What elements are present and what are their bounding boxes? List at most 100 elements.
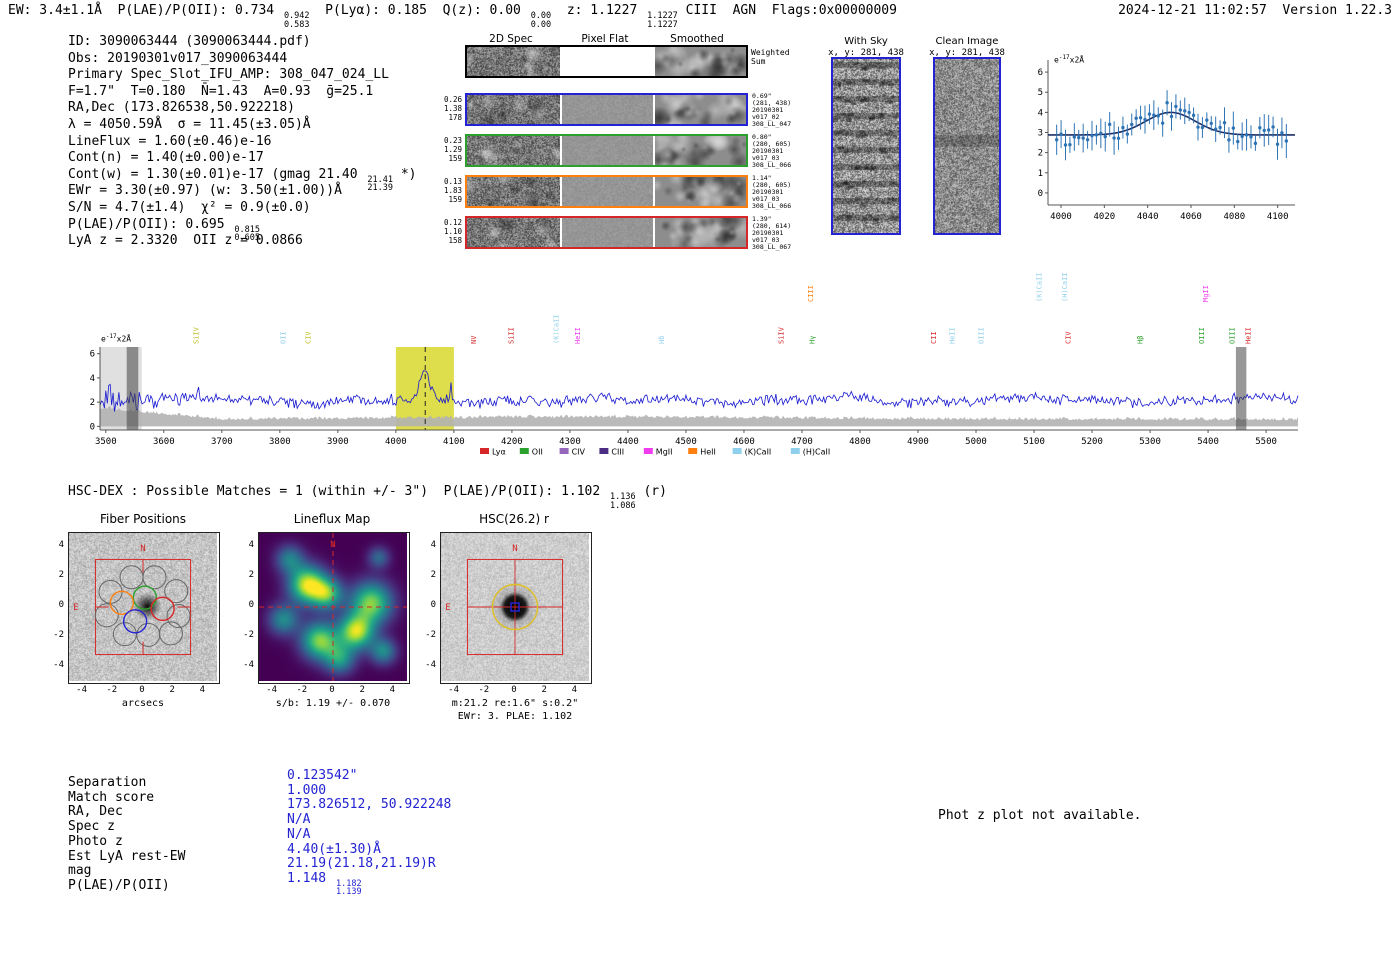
data-point [1143,118,1146,121]
match-row-value: 0.123542" [287,768,357,783]
header-timestamp: 2024-12-21 11:02:57 Version 1.22.3 [1118,3,1392,18]
emission-line-label: SiIV [778,326,786,344]
hscdex-match-summary: HSC-DEX : Possible Matches = 1 (within +… [68,484,667,510]
x-tick-label: 4020 [1093,212,1115,222]
data-point [1267,128,1270,131]
stacked-uncertainty: 0.000.00 [531,12,551,29]
spec2d-row [465,175,748,208]
legend-swatch [644,448,653,454]
text-segment: Obs: 20190301v017_3090063444 [68,51,287,66]
y-tick-label: 4 [1038,108,1043,118]
x-tick-label: 4040 [1137,212,1159,222]
data-point [1139,116,1142,119]
hsc-caption-2: EWr: 3. PLAE: 1.102 [430,711,600,722]
fiber-circle [137,623,160,646]
stacked-uncertainty: 1.12271.1227 [647,12,678,29]
east-label: E [445,603,450,613]
2d-spec-strip [467,177,560,206]
cutout-y-tick-label: 2 [232,570,254,580]
text-segment: 4.40(±1.30)Å [287,842,381,857]
data-point [1095,133,1098,136]
x-tick-label: 5300 [1139,437,1161,447]
info-line: RA,Dec (173.826538,50.922218) [68,100,417,117]
data-point [1232,126,1235,129]
match-row-label: Match score [68,790,154,805]
data-point [1081,136,1084,139]
data-point [1179,108,1182,111]
text-segment: Cont(n) = 1.40(±0.00)e-17 [68,150,264,165]
text-segment: N/A [287,812,310,827]
cutout-y-tick-label: -2 [232,630,254,640]
emission-line-label: CIII [807,285,815,302]
emission-line-label: HeII [949,327,957,344]
data-point [1192,114,1195,117]
y-tick-label: 0 [1038,189,1043,199]
cutout-y-tick-label: 4 [414,540,436,550]
data-point [1157,114,1160,117]
data-point [1271,125,1274,128]
cutout-y-tick-label: 2 [414,570,436,580]
emission-line-label: NV [470,335,478,344]
cutout-y-tick-label: 2 [42,570,64,580]
info-line: ID: 3090063444 (3090063444.pdf) [68,34,417,51]
data-point [1183,109,1186,112]
x-tick-label: 4500 [675,437,697,447]
legend-label: HeII [700,448,716,457]
text-segment: P(Lyα): 0.185 Q(z): 0.00 [310,3,529,18]
spectrum-group: 0246350036003700380039004000410042004300… [90,272,1298,456]
legend-swatch [688,448,697,454]
data-point [1104,135,1107,138]
x-tick-label: 4100 [1267,212,1289,222]
x-tick-label: 3500 [95,437,117,447]
x-tick-label: 4080 [1223,212,1245,222]
smoothed-strip [655,95,746,124]
fiber-annotation: 0.80"(280, 605)20190301v017_03308_LL_066 [752,134,798,169]
legend-label: MgII [656,448,673,457]
spec2d-row [465,216,748,249]
fiber-weight-numbers: 0.131.83159 [434,177,462,204]
x-tick-label: 4060 [1180,212,1202,222]
north-label: N [512,544,517,554]
text-segment: Primary Spec_Slot_IFU_AMP: 308_047_024_L… [68,67,389,82]
smoothed-strip [655,177,746,206]
y-tick-label: 4 [90,374,95,384]
info-line: S/N = 4.7(±1.4) χ² = 0.9(±0.0) [68,200,417,217]
x-tick-label: 4000 [385,437,407,447]
y-tick-label: 1 [1038,169,1043,179]
north-label: N [330,540,335,550]
cutout-x-tick-label: -4 [72,685,92,695]
match-row-label: mag [68,863,91,878]
info-line: Primary Spec_Slot_IFU_AMP: 308_047_024_L… [68,67,417,84]
smoothed-strip [655,136,746,165]
data-point [1086,138,1089,141]
cutout-y-tick-label: -4 [232,660,254,670]
cutout-x-tick-label: 0 [504,685,524,695]
cutout-y-tick-label: -4 [42,660,64,670]
with-sky-cutout [831,57,901,235]
y-tick-label: 6 [90,350,95,360]
photz-note: Phot z plot not available. [938,808,1142,823]
data-point [1187,111,1190,114]
cutout-y-tick-label: -2 [414,630,436,640]
text-segment: N/A [287,827,310,842]
emission-line-fit-plot: 0123456400040204040406040804100 [1030,45,1400,270]
weighted-label-line2: Sum [751,57,790,66]
emission-line-label: OIII [1198,327,1206,344]
text-segment: CIII AGN Flags:0x00000009 [678,3,897,18]
data-point [1130,123,1133,126]
cutout-x-tick-label: -2 [102,685,122,695]
data-point [1218,126,1221,129]
data-point [1152,113,1155,116]
data-point [1064,143,1067,146]
fiber-annotation: 0.69"(281, 438)20190301v017_02308_LL_047 [752,93,798,128]
text-segment: 173.826512, 50.922248 [287,797,451,812]
fiber-weight-numbers: 0.121.10158 [434,218,462,245]
extraction-box [95,559,190,654]
data-point [1258,126,1261,129]
column-title-2dspec: 2D Spec [461,33,561,45]
with-sky-image [833,59,899,233]
legend-swatch [480,448,489,454]
emission-line-label: CIV [305,331,313,344]
emission-line-label: SiII [508,327,516,344]
cutout-y-tick-label: 0 [414,600,436,610]
